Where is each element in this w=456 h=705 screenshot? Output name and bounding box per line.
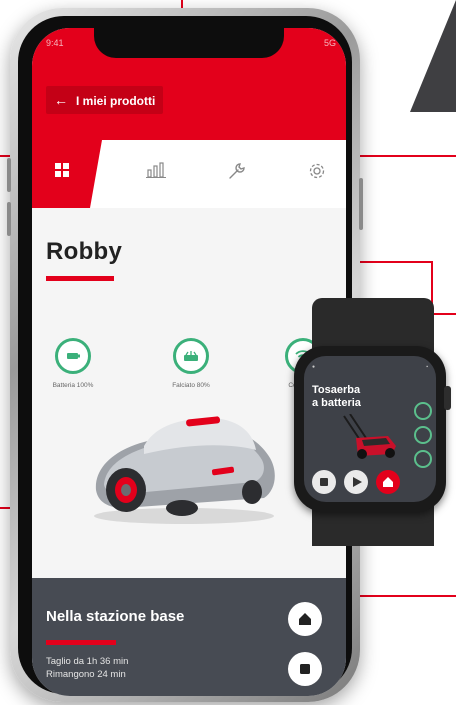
tab-bar bbox=[32, 140, 346, 208]
battery-icon bbox=[55, 338, 91, 374]
mowing-duration: Taglio da 1h 36 min bbox=[46, 656, 129, 667]
watch-case: ● ▪ Tosaerba a batteria bbox=[294, 346, 446, 512]
stat-mowed: Falciato 80% bbox=[156, 338, 226, 389]
watch-title-line2: a batteria bbox=[312, 397, 361, 409]
blade-icon bbox=[173, 338, 209, 374]
stop-icon bbox=[300, 664, 310, 674]
watch-status-dot: ● bbox=[312, 364, 316, 370]
status-underline bbox=[46, 640, 116, 645]
tab-settings[interactable] bbox=[288, 140, 346, 208]
watch-screen: ● ▪ Tosaerba a batteria bbox=[304, 356, 436, 502]
watch-battery-icon bbox=[414, 402, 432, 420]
play-icon bbox=[353, 477, 362, 487]
home-icon bbox=[383, 477, 393, 487]
home-button[interactable] bbox=[288, 602, 322, 636]
watch-title-line1: Tosaerba bbox=[312, 384, 361, 396]
status-title: Nella stazione base bbox=[46, 608, 185, 625]
stat-battery: Batteria 100% bbox=[38, 338, 108, 389]
status-panel: Nella stazione base Taglio da 1h 36 min … bbox=[32, 578, 346, 696]
watch-crown[interactable] bbox=[444, 386, 451, 410]
home-icon bbox=[299, 613, 311, 625]
tab-overview[interactable] bbox=[32, 140, 116, 208]
watch-wifi-icon bbox=[414, 450, 432, 468]
watch-title: Tosaerba a batteria bbox=[312, 384, 361, 410]
watch-strap-bottom bbox=[312, 506, 434, 546]
bar-chart-icon bbox=[146, 162, 166, 178]
back-button[interactable]: ← I miei prodotti bbox=[46, 86, 164, 114]
watch-stop-button[interactable] bbox=[312, 470, 336, 494]
watch-mower-image bbox=[343, 414, 396, 459]
tab-maintenance[interactable] bbox=[210, 140, 270, 208]
watch-play-button[interactable] bbox=[344, 470, 368, 494]
watch-time: ▪ bbox=[426, 364, 428, 370]
stop-button[interactable] bbox=[288, 652, 322, 686]
phone-notch bbox=[94, 28, 284, 58]
status-network: 5G bbox=[323, 38, 336, 48]
phone-volume-button bbox=[7, 158, 11, 192]
title-underline bbox=[46, 276, 114, 281]
phone-volume-button bbox=[7, 202, 11, 236]
watch-blade-icon bbox=[414, 426, 432, 444]
back-arrow-icon: ← bbox=[54, 92, 68, 108]
gear-icon bbox=[309, 163, 325, 179]
smartwatch-device: ● ▪ Tosaerba a batteria bbox=[290, 298, 456, 546]
product-name: Robby bbox=[46, 238, 123, 265]
stop-icon bbox=[320, 478, 328, 486]
grid-icon bbox=[55, 163, 69, 177]
robot-mower-image bbox=[94, 416, 275, 524]
phone-power-button bbox=[359, 178, 363, 230]
decorative-triangle bbox=[410, 0, 456, 112]
remaining-time: Rimangono 24 min bbox=[46, 669, 126, 680]
stat-label: Batteria 100% bbox=[52, 382, 94, 389]
tab-statistics[interactable] bbox=[128, 140, 188, 208]
watch-strap-top bbox=[312, 298, 434, 352]
back-label: I miei prodotti bbox=[76, 94, 156, 108]
status-time: 9:41 bbox=[46, 38, 64, 48]
wrench-icon bbox=[229, 163, 245, 179]
watch-home-button[interactable] bbox=[376, 470, 400, 494]
stat-label: Falciato 80% bbox=[172, 382, 210, 389]
